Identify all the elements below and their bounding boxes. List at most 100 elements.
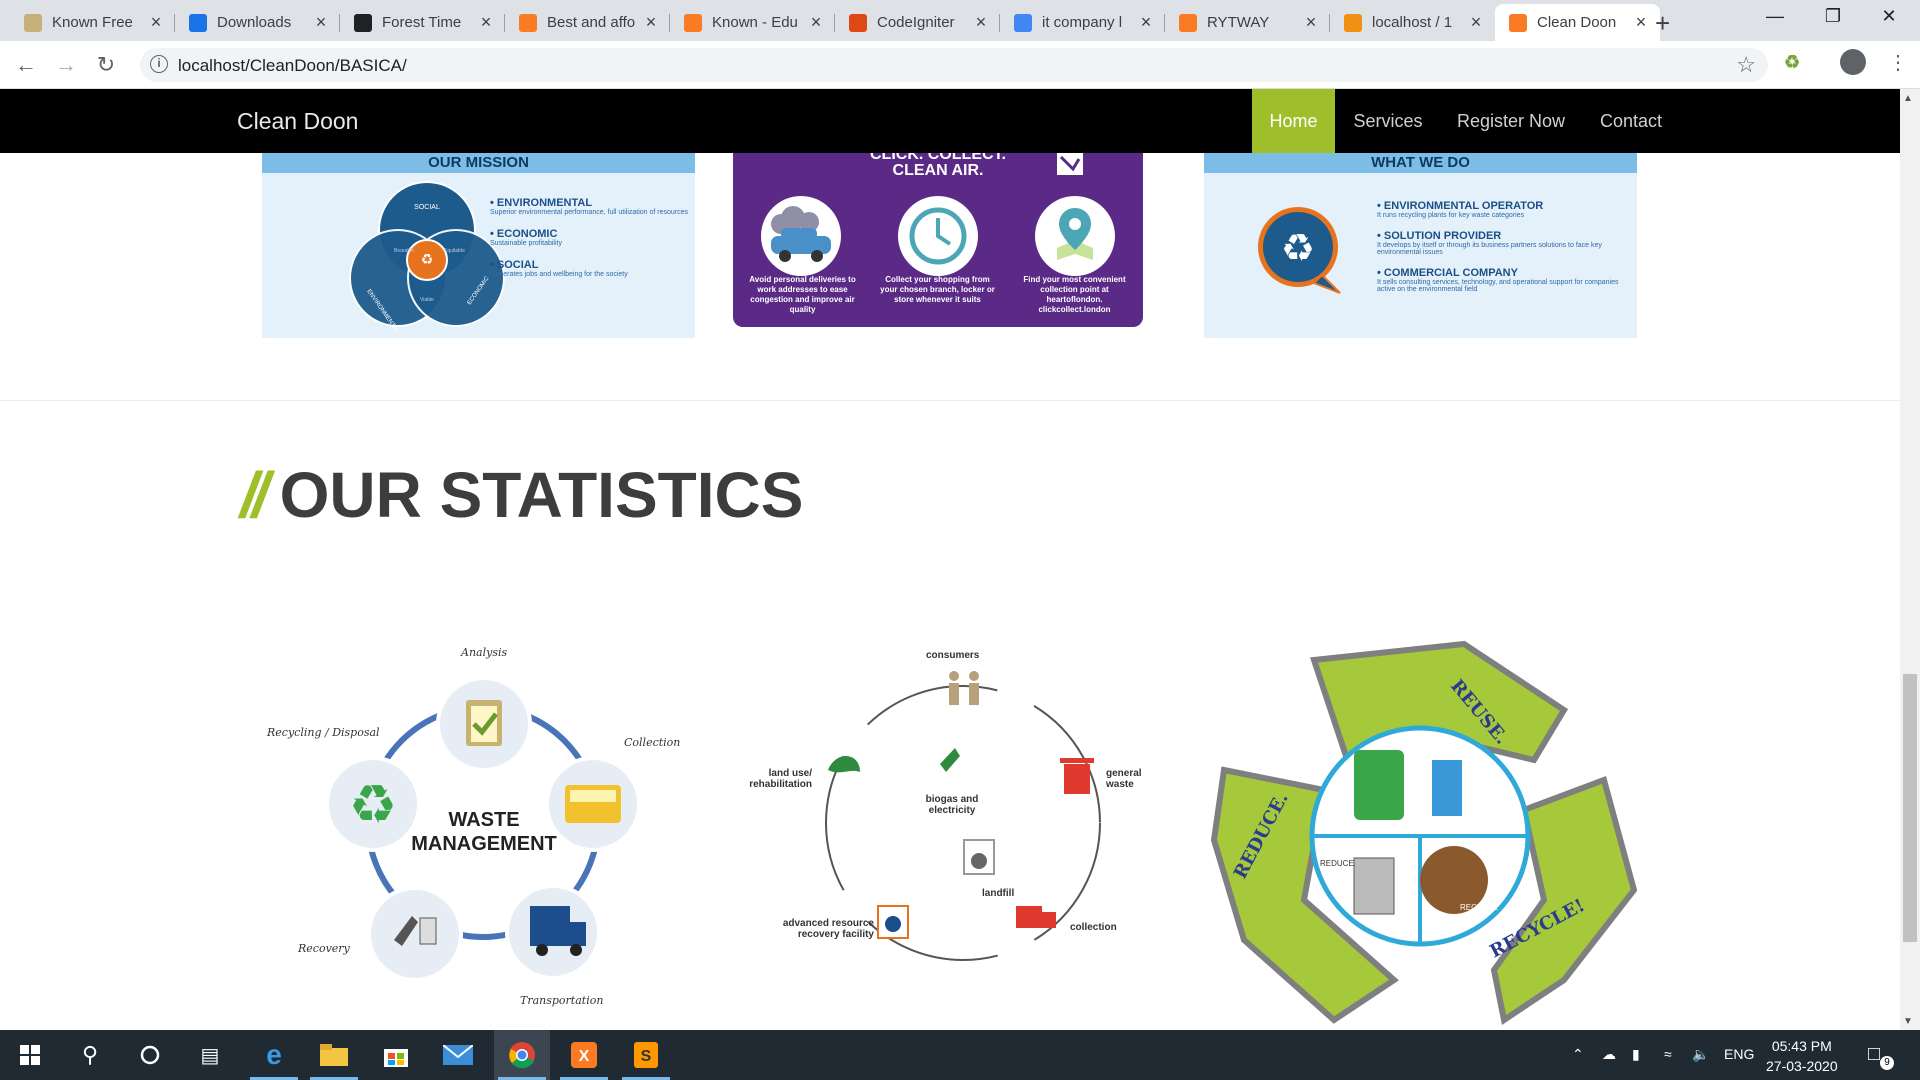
- nav-register-now[interactable]: Register Now: [1441, 89, 1581, 153]
- network-icon[interactable]: ☁: [1602, 1046, 1616, 1063]
- site-navbar: Clean Doon Home Services Register Now Co…: [0, 89, 1900, 153]
- mission-item-title: • ECONOMIC: [490, 228, 558, 240]
- browser-tab-label: Clean Doon: [1537, 14, 1617, 31]
- xampp-icon: [1179, 13, 1197, 32]
- volume-icon[interactable]: 🔈: [1692, 1046, 1709, 1063]
- browser-tab-label: CodeIgniter: [877, 14, 955, 31]
- bookmark-star-icon[interactable]: ☆: [1736, 52, 1756, 78]
- task-view-icon[interactable]: ▤: [182, 1030, 238, 1080]
- recycle-inner-label-recycle: RECYCLE: [1460, 903, 1498, 912]
- heading-slash-decoration: //: [240, 459, 269, 531]
- wifi-icon[interactable]: ≈: [1664, 1046, 1672, 1062]
- browser-tab-label: localhost / 1: [1372, 14, 1453, 31]
- nav-contact[interactable]: Contact: [1581, 89, 1681, 153]
- what-we-do-panel: WHAT WE DO ♻ • ENVIRONMENTAL OPERATOR It…: [1204, 153, 1637, 338]
- what-we-do-header: WHAT WE DO: [1204, 153, 1637, 173]
- browser-tab[interactable]: CodeIgniter ×: [835, 4, 1000, 41]
- browser-tab[interactable]: RYTWAY ×: [1165, 4, 1330, 41]
- nav-services[interactable]: Services: [1335, 89, 1441, 153]
- minimize-icon[interactable]: —: [1752, 6, 1798, 27]
- new-tab-button[interactable]: +: [1655, 8, 1670, 39]
- browser-tab[interactable]: Downloads ×: [175, 4, 340, 41]
- menu-dots-icon[interactable]: ⋮: [1888, 50, 1908, 75]
- browser-tab-label: it company l: [1042, 14, 1123, 31]
- system-clock[interactable]: 05:43 PM 27-03-2020: [1766, 1036, 1838, 1076]
- maximize-icon[interactable]: ❐: [1810, 6, 1856, 27]
- forward-arrow-icon[interactable]: →: [52, 51, 80, 79]
- section-divider: [0, 400, 1900, 401]
- scroll-up-icon[interactable]: ▲: [1903, 93, 1913, 104]
- svg-text:S: S: [641, 1048, 652, 1065]
- cycle-label-analysis: Analysis: [461, 646, 508, 659]
- click-collect-panel: CLICK. COLLECT. CLEAN AIR. Avoid persona…: [733, 153, 1143, 327]
- reload-icon[interactable]: ↻: [92, 51, 120, 79]
- xampp-icon[interactable]: X: [556, 1030, 612, 1080]
- site-brand[interactable]: Clean Doon: [237, 108, 358, 135]
- tab-close-icon[interactable]: ×: [642, 12, 660, 33]
- tab-close-icon[interactable]: ×: [477, 12, 495, 33]
- click-caption: Find your most convenient collection poi…: [1023, 275, 1126, 314]
- google-icon: [1014, 13, 1032, 32]
- lifecycle-label-general-waste: general waste: [1106, 768, 1142, 790]
- browser-tab[interactable]: Known Free ×: [10, 4, 175, 41]
- cortana-icon[interactable]: [122, 1030, 178, 1080]
- url-text[interactable]: localhost/CleanDoon/BASICA/: [178, 56, 407, 76]
- search-icon[interactable]: ⚲: [62, 1030, 118, 1080]
- browser-tab-label: Known - Edu: [712, 14, 798, 31]
- tab-close-icon[interactable]: ×: [1632, 12, 1650, 33]
- tab-close-icon[interactable]: ×: [972, 12, 990, 33]
- tab-close-icon[interactable]: ×: [1302, 12, 1320, 33]
- xampp-icon: [684, 13, 702, 32]
- battery-icon[interactable]: ▮: [1632, 1046, 1640, 1063]
- service-item-title: • COMMERCIAL COMPANY: [1377, 267, 1518, 279]
- scrollbar-thumb[interactable]: [1903, 674, 1917, 942]
- tab-close-icon[interactable]: ×: [807, 12, 825, 33]
- site-info-icon[interactable]: i: [150, 55, 168, 73]
- action-center-icon[interactable]: □: [1868, 1043, 1880, 1066]
- cycle-label-recovery: Recovery: [298, 942, 350, 955]
- what-we-do-list: • ENVIRONMENTAL OPERATOR It runs recycli…: [1377, 200, 1627, 304]
- statistics-heading: // OUR STATISTICS: [240, 458, 803, 532]
- flame-icon: [849, 13, 867, 32]
- browser-tab[interactable]: localhost / 1 ×: [1330, 4, 1495, 41]
- sublime-text-icon[interactable]: S: [618, 1030, 674, 1080]
- scroll-down-icon[interactable]: ▼: [1903, 1016, 1913, 1027]
- file-explorer-icon[interactable]: [306, 1030, 362, 1080]
- browser-tab[interactable]: it company l ×: [1000, 4, 1165, 41]
- browser-tab-label: Known Free: [52, 14, 133, 31]
- browser-tab[interactable]: Forest Time ×: [340, 4, 505, 41]
- windows-start-icon[interactable]: [2, 1030, 58, 1080]
- language-indicator[interactable]: ENG: [1724, 1046, 1754, 1062]
- xampp-icon: [1509, 13, 1527, 32]
- browser-tab[interactable]: Best and affo ×: [505, 4, 670, 41]
- show-hidden-icons-chevron-icon[interactable]: ⌃: [1572, 1046, 1584, 1063]
- xampp-icon: [519, 13, 537, 32]
- tab-close-icon[interactable]: ×: [1137, 12, 1155, 33]
- resource-lifecycle-figure: consumers general waste collection landf…: [740, 640, 1160, 970]
- recycle-bubble-icon: ♻: [1258, 207, 1341, 294]
- edge-e-icon: [354, 13, 372, 32]
- edge-browser-icon[interactable]: e: [246, 1030, 302, 1080]
- waste-center-line1: WASTE: [448, 809, 519, 831]
- close-window-icon[interactable]: ✕: [1866, 6, 1912, 27]
- browser-tab[interactable]: Known - Edu ×: [670, 4, 835, 41]
- back-arrow-icon[interactable]: ←: [12, 51, 40, 79]
- browser-tab[interactable]: Clean Doon ×: [1495, 4, 1660, 41]
- venn-social: SOCIAL: [414, 204, 440, 211]
- lifecycle-label-recovery-facility: advanced resource recovery facility: [782, 918, 874, 940]
- phpmyadmin-icon: [1344, 13, 1362, 32]
- mission-item-sub: Sustainable profitability: [490, 240, 562, 247]
- profile-avatar-icon[interactable]: [1840, 49, 1866, 75]
- tab-close-icon[interactable]: ×: [312, 12, 330, 33]
- store-icon[interactable]: [368, 1030, 424, 1080]
- svg-text:♻: ♻: [349, 773, 397, 836]
- lifecycle-label-consumers: consumers: [926, 650, 980, 661]
- address-bar[interactable]: i localhost/CleanDoon/BASICA/ ☆: [140, 48, 1768, 82]
- mail-icon[interactable]: [430, 1030, 486, 1080]
- extension-icon[interactable]: ♻: [1784, 52, 1800, 73]
- nav-home[interactable]: Home: [1252, 89, 1335, 153]
- tab-close-icon[interactable]: ×: [1467, 12, 1485, 33]
- chrome-icon[interactable]: [494, 1030, 550, 1080]
- lifecycle-label-landfill: landfill: [982, 888, 1015, 899]
- tab-close-icon[interactable]: ×: [147, 12, 165, 33]
